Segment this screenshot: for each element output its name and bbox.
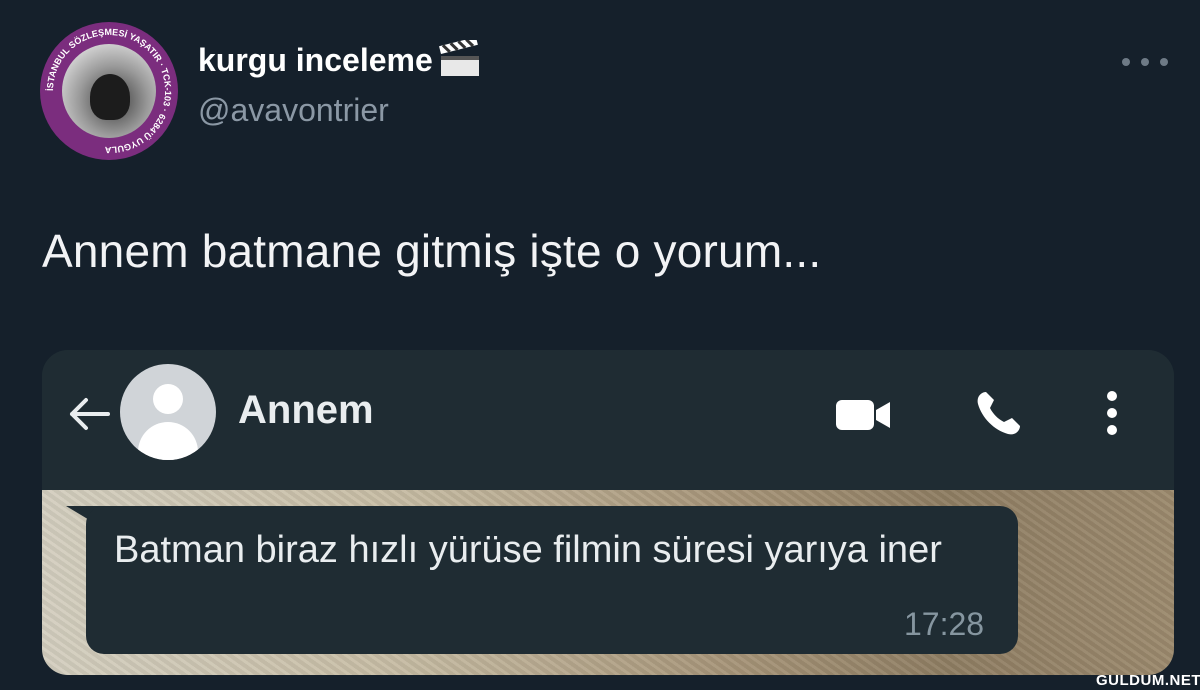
watermark: GULDUM.NET <box>1096 672 1200 689</box>
back-arrow-icon[interactable] <box>64 394 114 434</box>
video-call-icon[interactable] <box>834 394 894 434</box>
more-icon[interactable] <box>1122 52 1168 72</box>
message-text: Batman biraz hızlı yürüse filmin süresi … <box>114 529 942 571</box>
contact-name[interactable]: Annem <box>238 388 374 433</box>
author-avatar[interactable]: İSTANBUL SÖZLEŞMESİ YAŞATIR · TCK-103 · … <box>40 22 178 160</box>
clapperboard-icon <box>438 40 479 76</box>
menu-icon[interactable] <box>1102 388 1122 438</box>
chat-header: Annem <box>42 350 1174 490</box>
phone-icon[interactable] <box>972 388 1024 440</box>
author-name[interactable]: kurgu inceleme <box>198 42 433 79</box>
tweet-media[interactable]: Annem Batman biraz hızlı yürüse filmin s… <box>42 350 1174 675</box>
contact-avatar[interactable] <box>120 364 216 460</box>
message-time: 17:28 <box>904 606 985 642</box>
avatar-photo <box>62 44 156 138</box>
tweet-text: Annem batmane gitmiş işte o yorum... <box>42 225 822 277</box>
author-name-row[interactable]: kurgu inceleme <box>198 40 485 80</box>
author-handle[interactable]: @avavontrier <box>198 92 389 129</box>
